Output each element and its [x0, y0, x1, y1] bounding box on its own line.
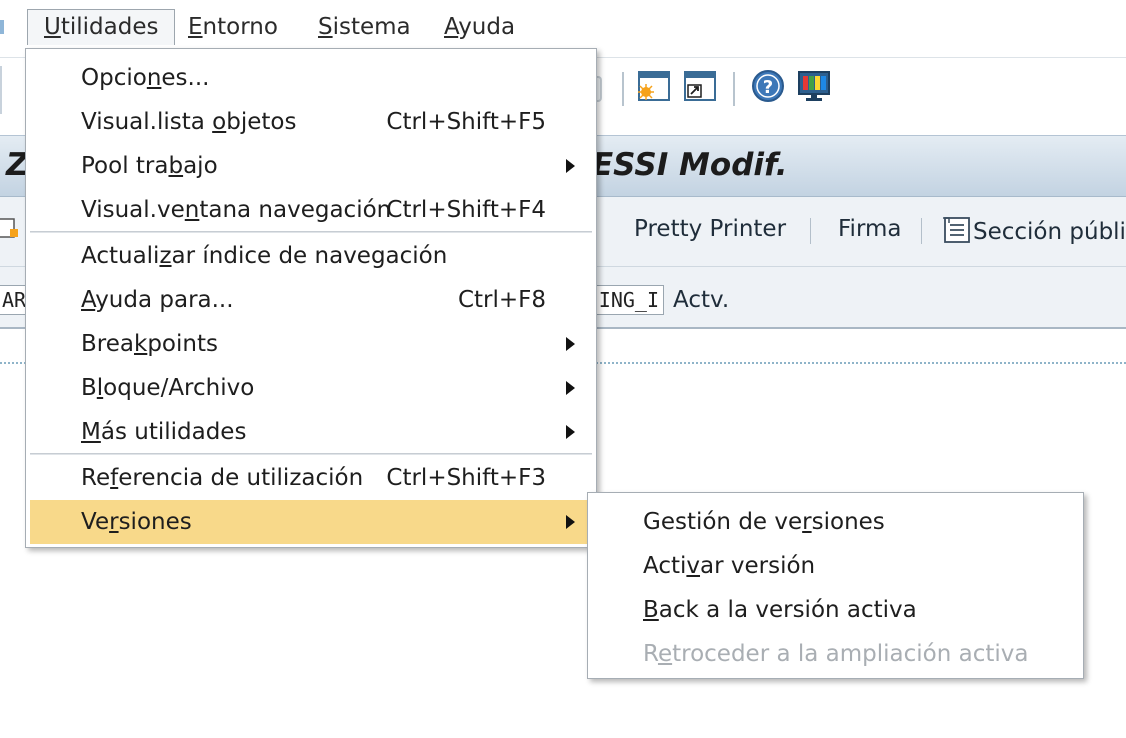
toolbar-separator	[733, 72, 735, 106]
pretty-printer-button[interactable]: Pretty Printer	[634, 216, 786, 242]
menu-item-mas-utilidades[interactable]: Más utilidades	[30, 410, 592, 454]
menu-item-bloque-archivo[interactable]: Bloque/Archivo	[30, 366, 592, 410]
menu-separator	[30, 231, 592, 233]
new-session-icon[interactable]	[636, 68, 672, 104]
seccion-publica-button[interactable]: Sección públic	[941, 216, 1126, 245]
submenu-arrow-icon	[566, 337, 575, 351]
menu-utilidades[interactable]: Utilidades	[27, 9, 176, 45]
menu-item-breakpoints[interactable]: Breakpoints	[30, 322, 592, 366]
versiones-submenu: Gestión de versiones Activar versión Bac…	[587, 492, 1084, 679]
menu-sistema[interactable]: Sistema	[318, 13, 411, 41]
shortcut-label: Ctrl+Shift+F4	[386, 197, 546, 223]
submenu-item-activar-version[interactable]: Activar versión	[592, 544, 1079, 588]
submenu-arrow-icon	[566, 159, 575, 173]
status-label: Actv.	[673, 287, 730, 313]
shortcut-label: Ctrl+Shift+F5	[386, 109, 546, 135]
generate-shortcut-icon[interactable]	[682, 68, 718, 104]
seccion-publica-label: Sección públic	[973, 219, 1126, 245]
shortcut-label: Ctrl+Shift+F3	[386, 465, 546, 491]
toolbar-separator	[622, 72, 624, 106]
submenu-item-back-version-activa[interactable]: Back a la versión activa	[592, 588, 1079, 632]
menu-item-opciones[interactable]: Opciones...	[30, 56, 592, 100]
menu-item-ayuda-para[interactable]: Ayuda para... Ctrl+F8	[30, 278, 592, 322]
utilidades-dropdown: Opciones... Visual.lista objetos Ctrl+Sh…	[25, 48, 597, 548]
menu-item-visual-lista-objetos[interactable]: Visual.lista objetos Ctrl+Shift+F5	[30, 100, 592, 144]
submenu-arrow-icon	[566, 425, 575, 439]
menu-separator	[30, 453, 592, 455]
menu-item-pool-trabajo[interactable]: Pool trabajo	[30, 144, 592, 188]
menu-item-versiones[interactable]: Versiones	[30, 500, 592, 544]
menu-item-referencia-utilizacion[interactable]: Referencia de utilización Ctrl+Shift+F3	[30, 456, 592, 500]
menu-item-actualizar-indice[interactable]: Actualizar índice de navegación	[30, 234, 592, 278]
toolbar-edge	[0, 66, 2, 114]
toolbar-separator	[810, 218, 811, 244]
menu-entorno[interactable]: Entorno	[188, 13, 278, 41]
toolbar-separator	[921, 218, 922, 244]
screen-title: ESSI Modif.	[592, 147, 788, 183]
submenu-item-gestion-versiones[interactable]: Gestión de versiones	[592, 500, 1079, 544]
submenu-arrow-icon	[566, 515, 575, 529]
svg-text:?: ?	[763, 77, 773, 98]
customize-layout-icon[interactable]	[796, 68, 832, 104]
menu-item-visual-ventana-navegacion[interactable]: Visual.ventana navegación Ctrl+Shift+F4	[30, 188, 592, 232]
submenu-arrow-icon	[566, 381, 575, 395]
shortcut-label: Ctrl+F8	[457, 287, 546, 313]
firma-button[interactable]: Firma	[838, 216, 902, 242]
toolbar-icon-fragment[interactable]	[0, 217, 20, 241]
program-type-field[interactable]: AR	[0, 285, 26, 315]
help-icon[interactable]: ?	[750, 68, 786, 104]
submenu-item-retroceder-ampliacion: Retroceder a la ampliación activa	[643, 641, 1029, 667]
menu-ayuda[interactable]: Ayuda	[444, 13, 515, 41]
document-list-icon	[943, 217, 970, 243]
menu-bar-edge	[0, 20, 4, 34]
